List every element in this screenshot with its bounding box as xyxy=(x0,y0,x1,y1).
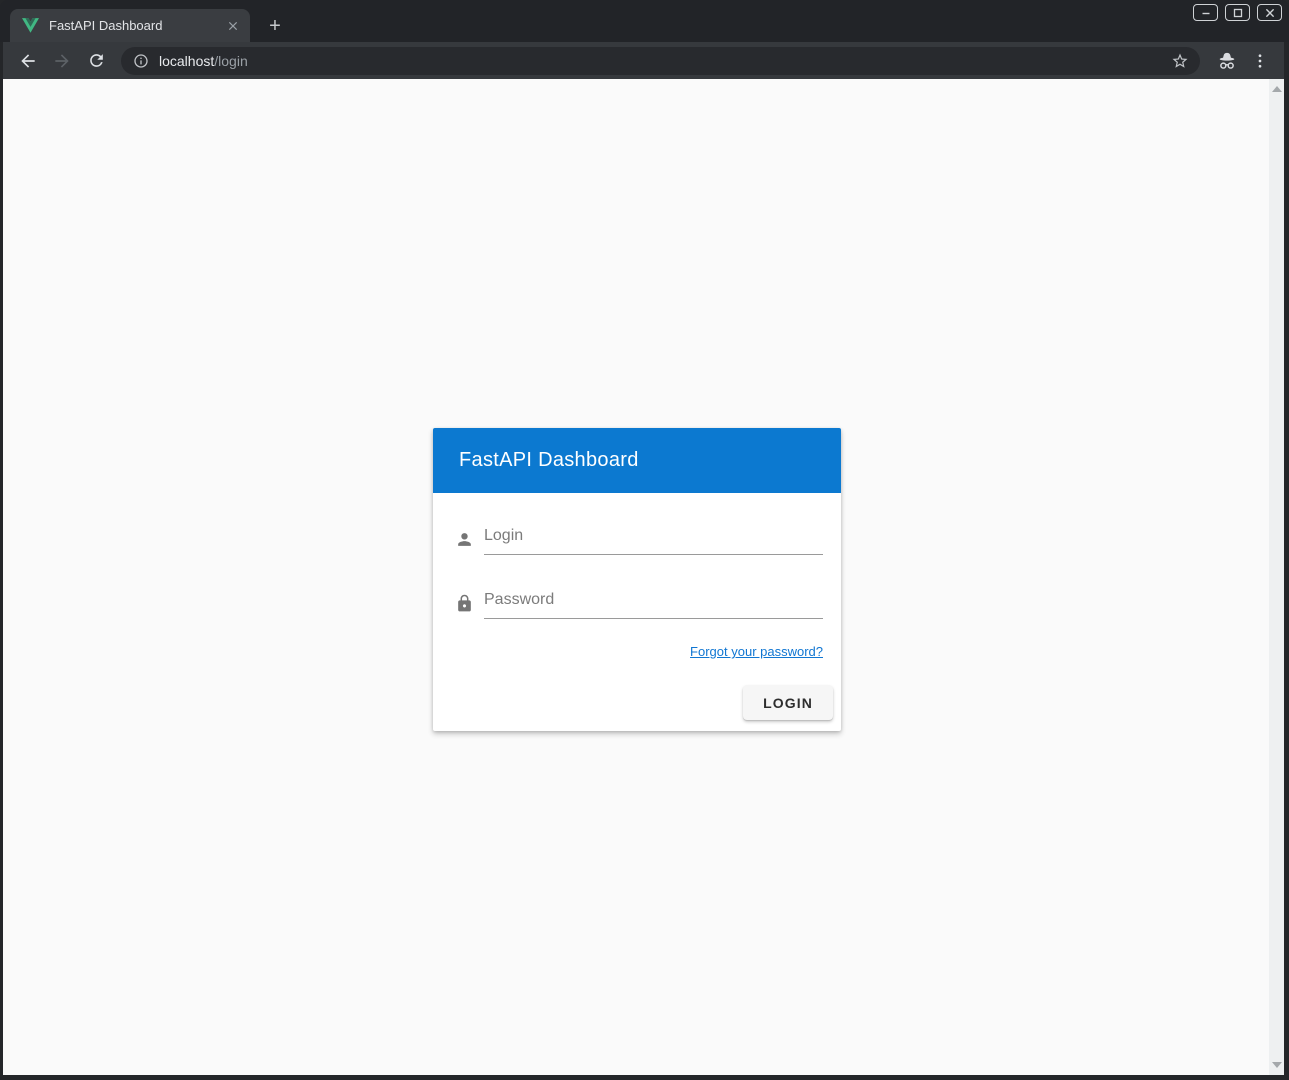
lock-icon xyxy=(455,594,475,619)
password-field xyxy=(484,589,823,619)
url-host: localhost xyxy=(159,53,214,69)
new-tab-button[interactable]: + xyxy=(262,13,288,39)
scroll-up-arrow-icon[interactable] xyxy=(1272,86,1282,92)
forgot-password-row: Forgot your password? xyxy=(455,643,823,661)
url-text: localhost/login xyxy=(159,53,248,69)
browser-titlebar: FastAPI Dashboard + xyxy=(0,0,1289,42)
page-scrollbar[interactable] xyxy=(1269,79,1284,1075)
maximize-icon xyxy=(1232,7,1244,19)
person-icon xyxy=(455,530,475,555)
back-button[interactable] xyxy=(13,46,43,76)
incognito-icon xyxy=(1212,46,1242,76)
browser-menu-button[interactable] xyxy=(1246,47,1274,75)
back-arrow-icon xyxy=(18,51,38,71)
browser-frame: localhost/login xyxy=(3,42,1284,1075)
password-field-row xyxy=(455,589,823,619)
browser-window: FastAPI Dashboard + xyxy=(0,0,1289,1080)
maximize-button[interactable] xyxy=(1225,4,1250,21)
minimize-icon xyxy=(1200,7,1212,19)
close-icon xyxy=(1264,7,1276,19)
star-icon xyxy=(1171,52,1189,70)
login-button[interactable]: LOGIN xyxy=(743,685,833,720)
vue-logo-icon xyxy=(22,18,39,33)
password-input[interactable] xyxy=(484,589,823,611)
login-input[interactable] xyxy=(484,525,823,547)
page-content: FastAPI Dashboard xyxy=(3,79,1284,1075)
reload-icon xyxy=(87,51,106,70)
forward-arrow-icon xyxy=(52,51,72,71)
reload-button[interactable] xyxy=(81,46,111,76)
login-card-body: Forgot your password? xyxy=(433,493,841,661)
login-field-row xyxy=(455,525,823,555)
close-button[interactable] xyxy=(1257,4,1282,21)
login-field xyxy=(484,525,823,555)
kebab-menu-icon xyxy=(1251,52,1269,70)
tab-title: FastAPI Dashboard xyxy=(49,18,224,33)
bookmark-button[interactable] xyxy=(1166,47,1194,75)
url-bar[interactable]: localhost/login xyxy=(121,47,1200,75)
forgot-password-link[interactable]: Forgot your password? xyxy=(690,644,823,659)
tab-close-icon[interactable] xyxy=(224,17,242,35)
login-card-actions: LOGIN xyxy=(433,661,841,731)
url-path: /login xyxy=(214,53,247,69)
minimize-button[interactable] xyxy=(1193,4,1218,21)
window-controls xyxy=(1193,4,1282,21)
login-card: FastAPI Dashboard xyxy=(433,428,841,731)
login-card-header: FastAPI Dashboard xyxy=(433,428,841,493)
login-card-title: FastAPI Dashboard xyxy=(459,449,639,472)
scroll-down-arrow-icon[interactable] xyxy=(1272,1062,1282,1068)
forward-button[interactable] xyxy=(47,46,77,76)
info-icon[interactable] xyxy=(133,53,149,69)
browser-toolbar: localhost/login xyxy=(3,42,1284,79)
browser-tab[interactable]: FastAPI Dashboard xyxy=(10,9,250,42)
